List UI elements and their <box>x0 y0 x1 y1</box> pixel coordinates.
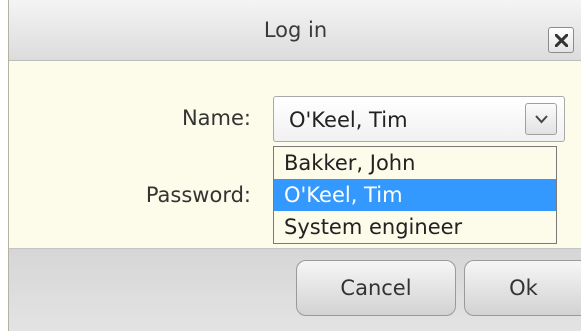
name-select-toggle[interactable] <box>525 103 557 135</box>
dialog-titlebar[interactable]: Log in <box>9 0 581 61</box>
dropdown-option[interactable]: System engineer <box>274 211 556 243</box>
name-dropdown-list: Bakker, John O'Keel, Tim System engineer <box>273 146 557 244</box>
name-label: Name: <box>181 106 251 130</box>
cancel-button[interactable]: Cancel <box>296 260 456 316</box>
ok-button[interactable]: Ok <box>464 260 581 316</box>
name-select-value: O'Keel, Tim <box>289 108 408 132</box>
dialog-footer: Cancel Ok <box>9 248 581 331</box>
close-button[interactable] <box>548 27 574 53</box>
password-label: Password: <box>145 183 251 207</box>
name-select[interactable]: O'Keel, Tim <box>273 96 565 142</box>
dialog-title: Log in <box>263 18 328 42</box>
close-icon <box>555 34 568 47</box>
dropdown-option[interactable]: Bakker, John <box>274 147 556 179</box>
chevron-down-icon <box>535 115 548 124</box>
login-dialog: Log in Name: O'Keel, Tim Password: Bakke… <box>8 0 581 331</box>
dropdown-option[interactable]: O'Keel, Tim <box>274 179 556 211</box>
